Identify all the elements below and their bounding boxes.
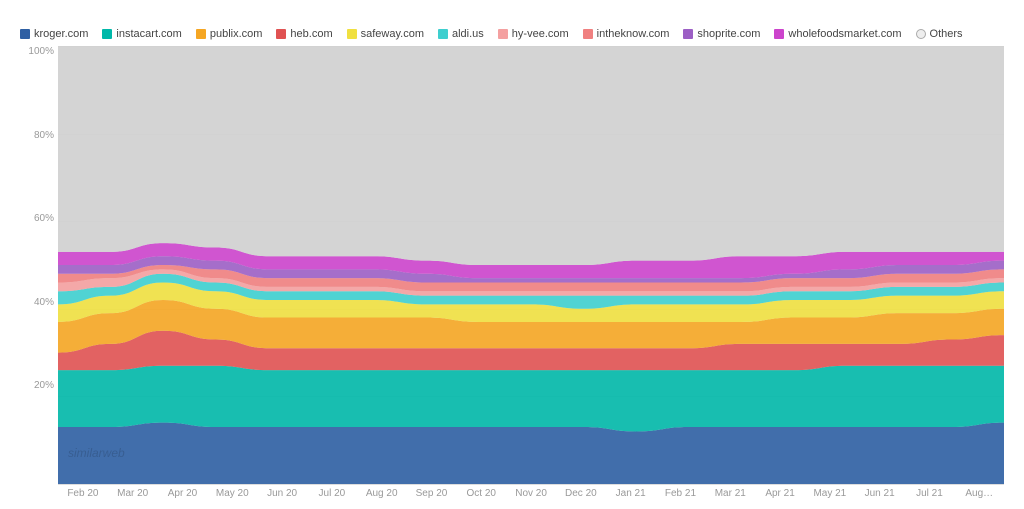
legend-item: safeway.com	[347, 28, 424, 40]
legend-color	[438, 29, 448, 39]
main-container: kroger.com instacart.com publix.com heb.com…	[0, 0, 1024, 509]
y-axis-label: 60%	[20, 213, 58, 224]
x-axis: Feb 20Mar 20Apr 20May 20Jun 20Jul 20Aug …	[58, 484, 1004, 499]
x-axis-label: Sep 20	[407, 488, 457, 499]
x-axis-label: Apr 21	[755, 488, 805, 499]
chart-area: 100% 80% 60% 40% 20% similarweb Feb 20Mar 20…	[20, 46, 1004, 499]
legend-item: intheknow.com	[583, 28, 670, 40]
legend-label: Others	[930, 28, 963, 40]
area-band	[58, 46, 1004, 265]
watermark: similarweb	[68, 446, 125, 460]
legend-color	[774, 29, 784, 39]
legend-item: kroger.com	[20, 28, 88, 40]
x-axis-label: Jun 20	[257, 488, 307, 499]
legend-color	[102, 29, 112, 39]
x-axis-label: Jan 21	[606, 488, 656, 499]
legend-label: publix.com	[210, 28, 263, 40]
legend-item: publix.com	[196, 28, 263, 40]
legend-label: intheknow.com	[597, 28, 670, 40]
x-axis-label: Mar 20	[108, 488, 158, 499]
legend-item: hy-vee.com	[498, 28, 569, 40]
legend-label: aldi.us	[452, 28, 484, 40]
legend-color	[20, 29, 30, 39]
x-axis-label: Feb 21	[656, 488, 706, 499]
legend-color	[583, 29, 593, 39]
area-band	[58, 423, 1004, 484]
x-axis-label: May 20	[207, 488, 257, 499]
legend-color	[498, 29, 508, 39]
x-axis-label: Jun 21	[855, 488, 905, 499]
chart-body: similarweb	[58, 46, 1004, 484]
legend-color	[276, 29, 286, 39]
y-axis: 100% 80% 60% 40% 20%	[20, 46, 58, 484]
x-axis-label: Mar 21	[705, 488, 755, 499]
legend-label: safeway.com	[361, 28, 424, 40]
x-axis-label: Apr 20	[158, 488, 208, 499]
legend-label: kroger.com	[34, 28, 88, 40]
legend-label: wholefoodsmarket.com	[788, 28, 901, 40]
legend-item: Others	[916, 28, 963, 40]
legend-item: aldi.us	[438, 28, 484, 40]
legend-color	[196, 29, 206, 39]
y-axis-label: 100%	[20, 46, 58, 57]
chart-wrapper: 100% 80% 60% 40% 20% similarweb	[20, 46, 1004, 484]
legend-item: wholefoodsmarket.com	[774, 28, 901, 40]
x-axis-label: Oct 20	[456, 488, 506, 499]
x-axis-label: Aug…	[954, 488, 1004, 499]
x-axis-label: Jul 20	[307, 488, 357, 499]
x-axis-label: Jul 21	[905, 488, 955, 499]
x-axis-label: Feb 20	[58, 488, 108, 499]
legend-item: shoprite.com	[683, 28, 760, 40]
y-axis-label: 80%	[20, 130, 58, 141]
x-axis-label: Nov 20	[506, 488, 556, 499]
x-axis-label: May 21	[805, 488, 855, 499]
legend: kroger.com instacart.com publix.com heb.com…	[20, 28, 1004, 40]
legend-color	[916, 29, 926, 39]
legend-color	[683, 29, 693, 39]
grid-line-0	[58, 484, 1004, 485]
legend-item: instacart.com	[102, 28, 181, 40]
x-axis-label: Aug 20	[357, 488, 407, 499]
legend-item: heb.com	[276, 28, 332, 40]
legend-label: heb.com	[290, 28, 332, 40]
y-axis-label: 20%	[20, 380, 58, 391]
legend-color	[347, 29, 357, 39]
x-axis-label: Dec 20	[556, 488, 606, 499]
legend-label: hy-vee.com	[512, 28, 569, 40]
area-band	[58, 366, 1004, 432]
y-axis-label: 40%	[20, 297, 58, 308]
stacked-area-chart	[58, 46, 1004, 484]
legend-label: shoprite.com	[697, 28, 760, 40]
legend-label: instacart.com	[116, 28, 181, 40]
